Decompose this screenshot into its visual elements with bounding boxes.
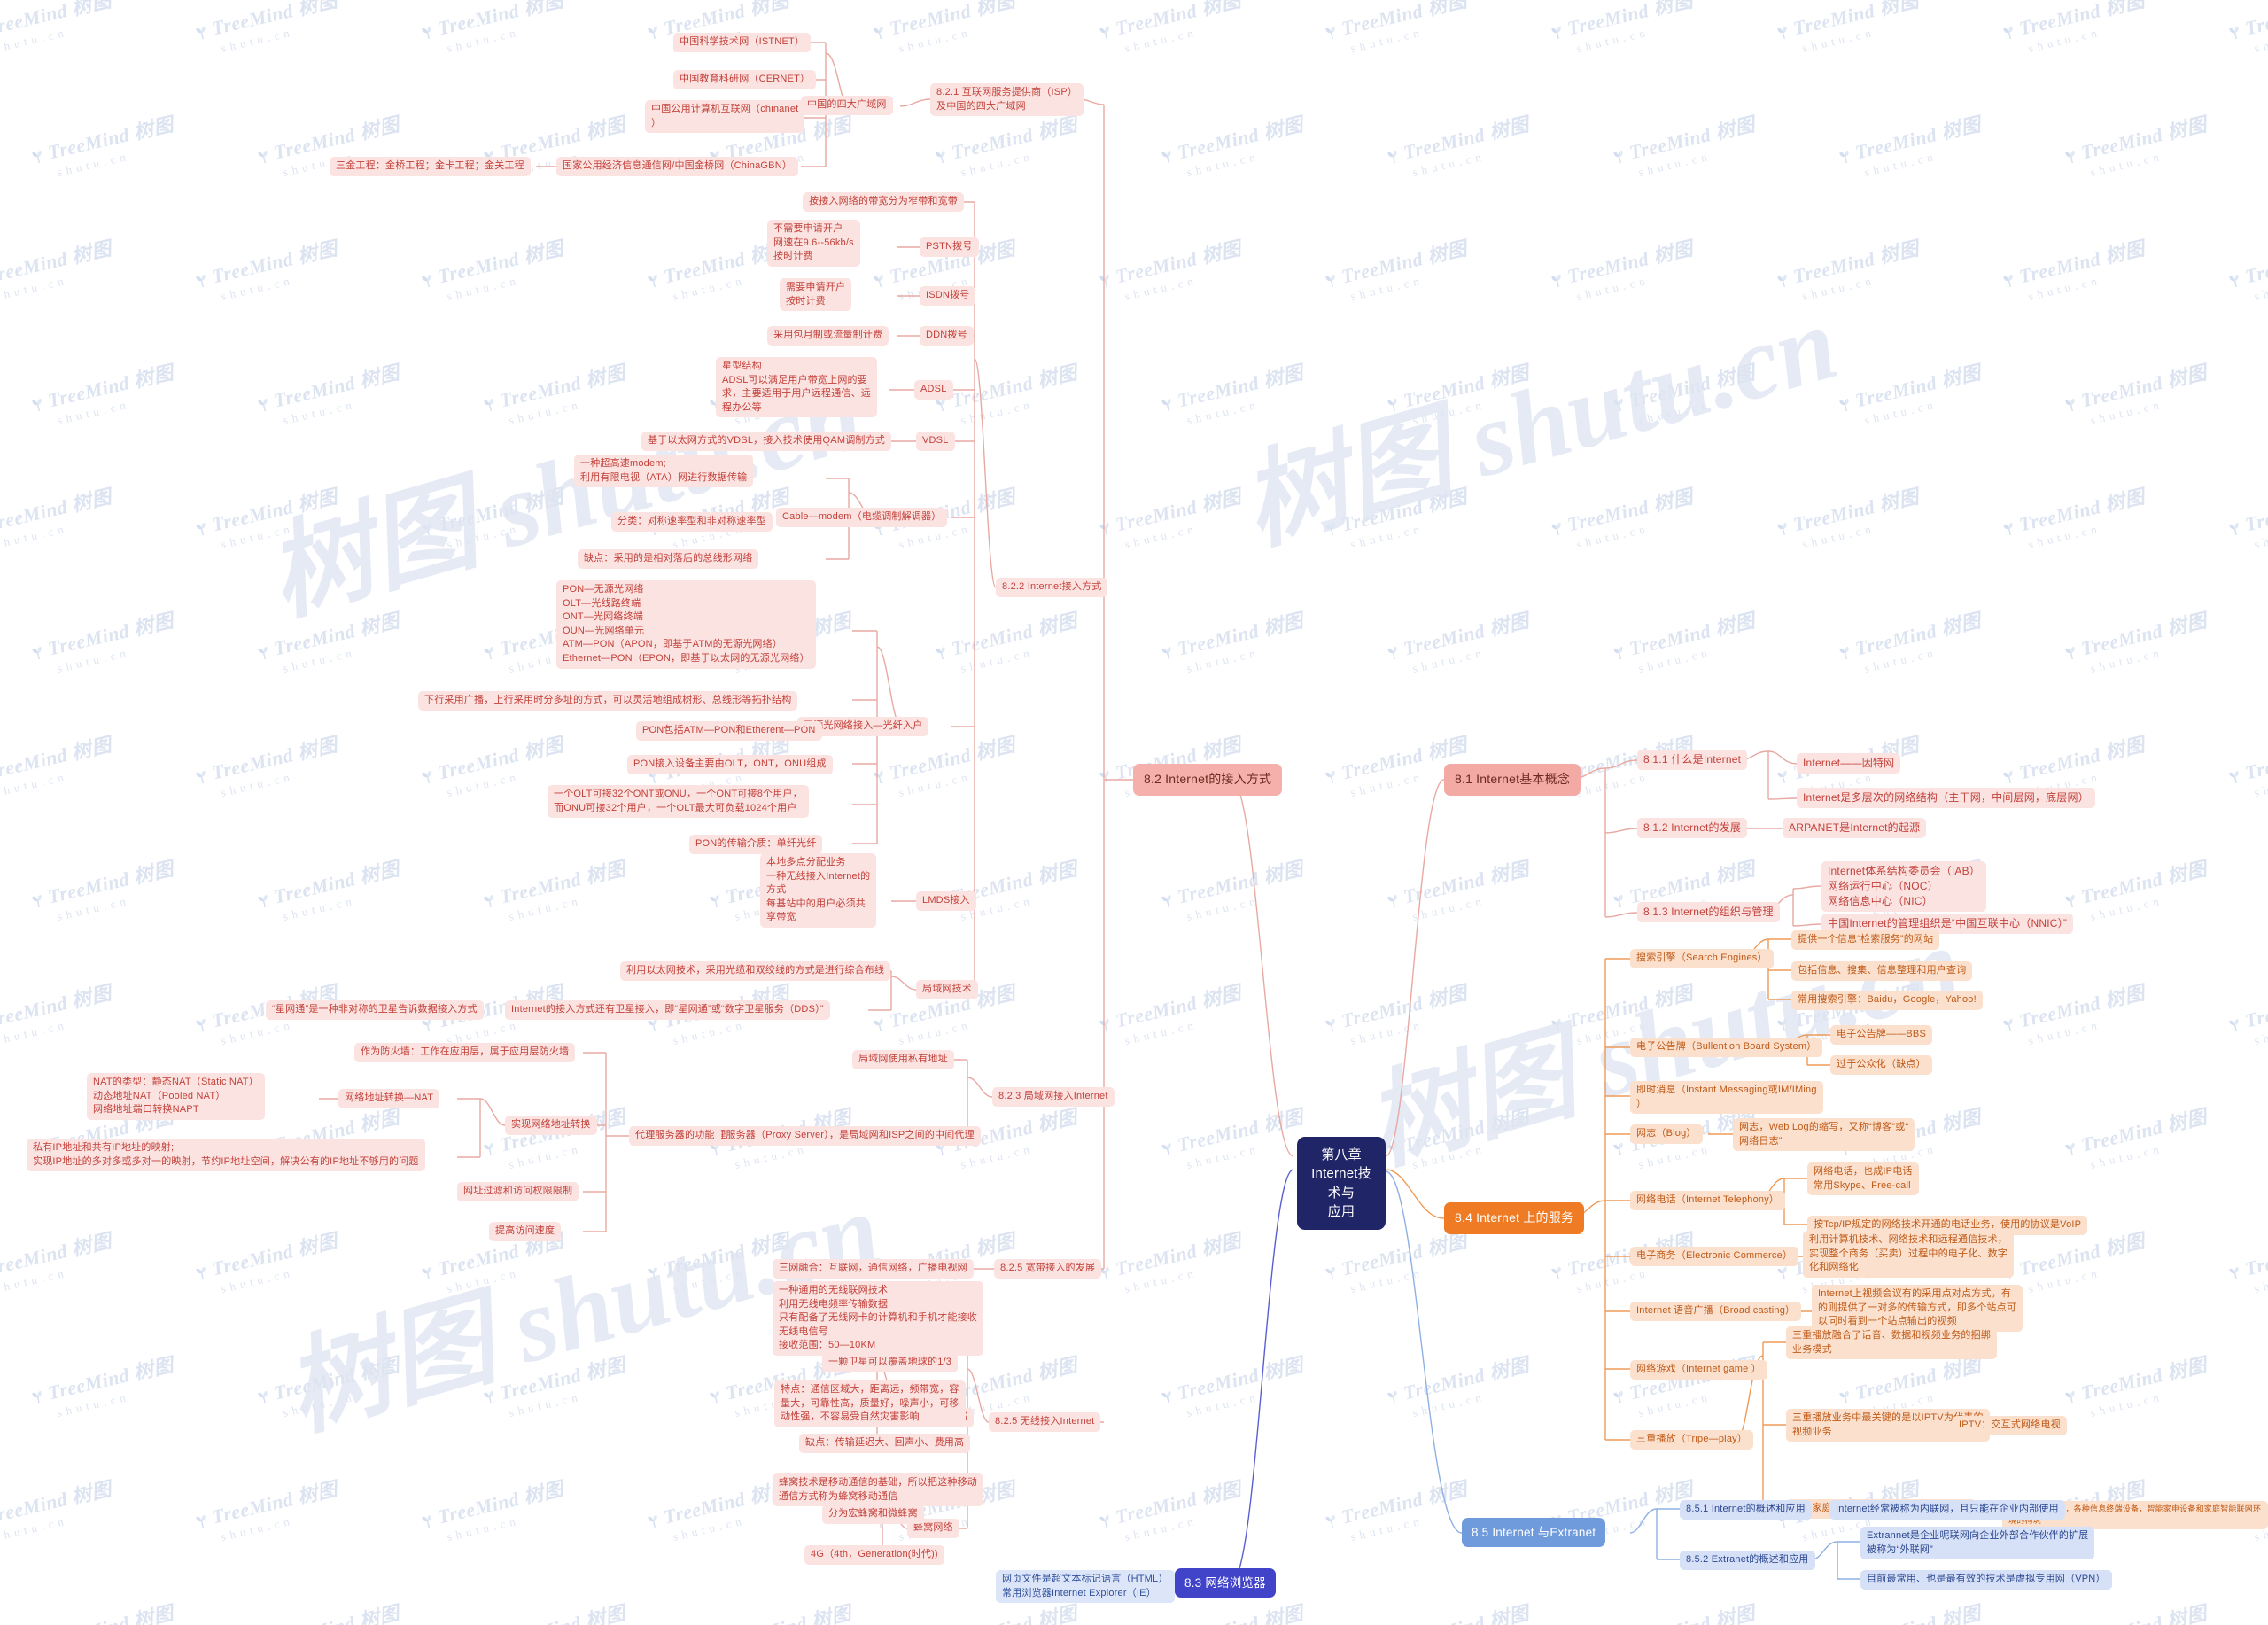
node-broadcasting-detail[interactable]: Internet上视频会议有的采用点对点方式，有 的则提供了一对多的传输方式，即… <box>1812 1285 2023 1332</box>
node-search-definition[interactable]: 提供一个信息“检索服务”的网站 <box>1791 930 1940 950</box>
node-satellite-coverage[interactable]: 一颗卫星可以覆盖地球的1/3 <box>822 1353 959 1372</box>
node-triple-play-model[interactable]: 三重播放融合了话音、数据和视频业务的捆绑 业务模式 <box>1786 1326 1997 1360</box>
node-intranet-detail[interactable]: Internet经常被称为内联网，且只能在企业内部使用 <box>1829 1500 2065 1520</box>
node-8-2-3[interactable]: 8.2.3 局域网接入Internet <box>992 1087 1115 1107</box>
node-speed-up[interactable]: 提高访问速度 <box>489 1222 562 1241</box>
node-8-1-1[interactable]: 8.1.1 什么是Internet <box>1637 750 1748 771</box>
node-lmds[interactable]: LMDS接入 <box>916 891 976 911</box>
node-ddn-dialup[interactable]: DDN拨号 <box>920 326 974 346</box>
node-satellite-features[interactable]: 特点：通信区域大，距离远，频带宽，容 量大，可靠性高，质量好，噪声小，可移 动性… <box>774 1380 966 1427</box>
node-olt-capacity[interactable]: 一个OLT可接32个ONT或ONU，一个ONT可接8个用户， 而ONU可接32个… <box>548 785 809 819</box>
node-internet-telephony[interactable]: 网络电话（Internet Telephony） <box>1630 1191 1786 1210</box>
node-pon-topology[interactable]: 下行采用广播，上行采用时分多址的方式，可以灵活地组成树形、总线形等拓扑结构 <box>418 691 798 711</box>
node-chinagbn[interactable]: 国家公用经济信息通信网/中国金桥网（ChinaGBN） <box>556 157 799 176</box>
node-extranet-detail[interactable]: Extrannet是企业呢联网向企业外部合作伙伴的扩展 被称为“外联网” <box>1860 1527 2095 1560</box>
node-nat-types[interactable]: NAT的类型：静态NAT（Static NAT） 动态地址NAT（Pooled … <box>87 1073 265 1120</box>
node-browser-detail[interactable]: 网页文件是超文本标记语言（HTML） 常用浏览器Internet Explore… <box>996 1570 1175 1604</box>
branch-8-5[interactable]: 8.5 Internet 与Extranet <box>1462 1518 1606 1548</box>
node-url-filter[interactable]: 网址过滤和访问权限限制 <box>457 1182 579 1201</box>
node-four-wan[interactable]: 中国的四大广域网 <box>801 96 893 115</box>
node-cable-modem[interactable]: Cable—modem（电缆调制解调器） <box>776 508 948 527</box>
node-cable-modem-intro[interactable]: 一种超高速modem; 利用有限电视（ATA）网进行数据传输 <box>574 455 754 488</box>
node-8-2-2[interactable]: 8.2.2 Internet接入方式 <box>996 578 1108 597</box>
node-blog[interactable]: 网志（Blog） <box>1630 1124 1703 1144</box>
node-lan-tech[interactable]: 局域网技术 <box>916 980 978 999</box>
node-pon-devices[interactable]: PON接入设备主要由OLT，ONT，ONU组成 <box>627 755 833 774</box>
branch-8-4[interactable]: 8.4 Internet 上的服务 <box>1444 1202 1585 1234</box>
node-triple-play[interactable]: 三重播放（Tripe—play） <box>1630 1430 1754 1450</box>
node-satellite-drawback[interactable]: 缺点：传输延迟大、回声小、费用高 <box>799 1434 971 1453</box>
node-firewall-role[interactable]: 作为防火墙：工作在应用层，属于应用层防火墙 <box>354 1043 576 1062</box>
node-bandwidth-classes[interactable]: 按接入网络的带宽分为窄带和宽带 <box>803 192 964 212</box>
node-pstn-dialup[interactable]: PSTN拨号 <box>920 237 979 257</box>
node-8-2-1[interactable]: 8.2.1 互联网服务提供商（ISP） 及中国的四大广域网 <box>930 83 1084 117</box>
node-search-engines[interactable]: 搜索引擎（Search Engines） <box>1630 949 1774 968</box>
node-internet-cn-name[interactable]: Internet——因特网 <box>1797 753 1901 774</box>
mindmap-canvas: TreeMind 树图 shutu.cn TreeMind 树图 shutu.cn Tr… <box>0 0 2268 1625</box>
node-internet-layers[interactable]: Internet是多层次的网络结构（主干网，中间层网，底层网） <box>1797 788 2095 809</box>
branch-8-1[interactable]: 8.1 Internet基本概念 <box>1444 764 1581 796</box>
node-ecommerce-detail[interactable]: 利用计算机技术、网络技术和远程通信技术， 实现整个商务（买卖）过程中的电子化、数… <box>1803 1231 2014 1278</box>
node-isdn-dialup[interactable]: ISDN拨号 <box>920 286 976 306</box>
node-iab-noc-nic[interactable]: Internet体系结构委员会（IAB） 网络运行中心（NOC） 网络信息中心（… <box>1821 861 1987 913</box>
node-vpn[interactable]: 目前最常用、也是最有效的技术是虚拟专用网（VPN） <box>1860 1570 2112 1590</box>
node-8-1-3[interactable]: 8.1.3 Internet的组织与管理 <box>1637 902 1780 923</box>
branch-8-2[interactable]: 8.2 Internet的接入方式 <box>1133 764 1283 796</box>
node-cellular-types[interactable]: 分为宏蜂窝和微蜂窝 <box>822 1504 924 1524</box>
node-instant-messaging[interactable]: 即时消息（Instant Messaging或IM/IMing ） <box>1630 1081 1823 1115</box>
node-8-2-5-wireless[interactable]: 8.2.5 无线接入Internet <box>989 1412 1101 1432</box>
node-wifi-detail[interactable]: 一种通用的无线联网技术 利用无线电频率传输数据 只有配备了无线网卡的计算机和手机… <box>773 1281 983 1357</box>
node-ddn-detail[interactable]: 采用包月制或流量制计费 <box>767 326 889 346</box>
node-lan-cabling[interactable]: 利用以太网技术，采用光缆和双绞线的方式是进行综合布线 <box>620 961 891 981</box>
node-pon-glossary[interactable]: PON—无源光网络 OLT—光线路终端 ONT—光网络终端 OUN—光网络单元 … <box>556 580 816 669</box>
node-proxy-server[interactable]: 代理服务器（Proxy Server），是局域网和ISP之间的中间代理 <box>700 1126 981 1146</box>
node-bbs-name[interactable]: 电子公告牌——BBS <box>1830 1025 1933 1045</box>
node-proxy-functions[interactable]: 代理服务器的功能 <box>629 1126 721 1146</box>
node-cable-modem-drawback[interactable]: 缺点：采用的是相对落后的总线形网络 <box>578 549 759 569</box>
connector-layer <box>319 42 2002 1582</box>
node-cernet[interactable]: 中国教育科研网（CERNET） <box>673 70 817 89</box>
branch-8-3[interactable]: 8.3 网络浏览器 <box>1175 1568 1276 1598</box>
node-cable-modem-types[interactable]: 分类：对称速率型和非对称速率型 <box>611 512 773 532</box>
node-xingwangtong[interactable]: “星网通”是一种非对称的卫星告诉数据接入方式 <box>266 1000 484 1020</box>
node-8-5-2[interactable]: 8.5.2 Extranet的概述和应用 <box>1680 1551 1815 1570</box>
node-bbs-drawback[interactable]: 过于公众化（缺点） <box>1830 1055 1932 1075</box>
node-blog-detail[interactable]: 网志，Web Log的缩写，又称“博客”或“ 网络日志” <box>1733 1118 1915 1152</box>
node-search-scope[interactable]: 包括信息、搜集、信息整理和用户查询 <box>1791 961 1973 981</box>
node-internet-game[interactable]: 网络游戏（Internet game ） <box>1630 1360 1767 1380</box>
node-broadcasting[interactable]: Internet 语音广播（Broad casting） <box>1630 1302 1802 1321</box>
node-8-2-5-broadband[interactable]: 8.2.5 宽带接入的发展 <box>994 1259 1102 1279</box>
node-bbs[interactable]: 电子公告牌（Bullention Board System） <box>1630 1038 1823 1057</box>
node-lan-private-address[interactable]: 局域网使用私有地址 <box>852 1050 954 1069</box>
node-4g[interactable]: 4G（4th，Generation(时代)) <box>804 1545 944 1565</box>
node-cellular-basis[interactable]: 蜂窝技术是移动通信的基础，所以把这种移动 通信方式称为蜂窝移动通信 <box>773 1473 983 1507</box>
node-isdn-detail[interactable]: 需要申请开户 按时计费 <box>780 278 852 312</box>
node-iptv-definition[interactable]: IPTV：交互式网络电视 <box>1953 1416 2067 1435</box>
node-pstn-detail[interactable]: 不需要申请开户 网速在9.6--56kb/s 按时计费 <box>767 220 860 267</box>
node-ecommerce[interactable]: 电子商务（Electronic Commerce） <box>1630 1247 1799 1266</box>
node-search-examples[interactable]: 常用搜索引擎：Baidu，Google，Yahoo! <box>1791 991 1983 1010</box>
node-ip-phone[interactable]: 网络电话，也成IP电话 常用Skype、Free-call <box>1807 1162 1919 1196</box>
node-chinanet[interactable]: 中国公用计算机互联网（chinanet ） <box>645 100 805 134</box>
node-8-1-2[interactable]: 8.1.2 Internet的发展 <box>1637 818 1748 839</box>
root-node[interactable]: 第八章 Internet技术与 应用 <box>1297 1137 1386 1231</box>
node-pon-includes[interactable]: PON包括ATM—PON和Etherent—PON <box>636 721 822 741</box>
node-satellite-access[interactable]: Internet的接入方式还有卫星接入，即“星网通”或“数字卫星服务（DDS）” <box>505 1000 830 1020</box>
node-pon-medium[interactable]: PON的传输介质：单纤光纤 <box>689 835 823 854</box>
node-nat-mapping[interactable]: 私有IP地址和共有IP地址的映射; 实现IP地址的多对多或多对一的映射，节约IP… <box>27 1139 425 1172</box>
node-vdsl-detail[interactable]: 基于以太网方式的VDSL，接入技术使用QAM调制方式 <box>641 432 891 451</box>
node-adsl[interactable]: ADSL <box>914 380 953 400</box>
node-8-5-1[interactable]: 8.5.1 Internet的概述和应用 <box>1680 1500 1812 1520</box>
node-nat[interactable]: 网络地址转换—NAT <box>338 1089 440 1108</box>
node-vdsl[interactable]: VDSL <box>916 432 955 451</box>
node-nat-impl[interactable]: 实现网络地址转换 <box>505 1116 597 1135</box>
node-triple-network[interactable]: 三网融合：互联网，通信网络，广播电视网 <box>773 1259 974 1279</box>
node-three-gold-projects[interactable]: 三金工程：金桥工程；金卡工程；金关工程 <box>330 157 531 176</box>
node-arpanet[interactable]: ARPANET是Internet的起源 <box>1783 818 1927 839</box>
node-lmds-detail[interactable]: 本地多点分配业务 一种无线接入Internet的 方式 每基站中的用户必须共 享… <box>760 853 877 929</box>
node-adsl-detail[interactable]: 星型结构 ADSL可以满足用户带宽上网的要 求，主要适用于用户远程通信、远 程办… <box>716 357 877 418</box>
node-istnet[interactable]: 中国科学技术网（ISTNET） <box>673 33 812 52</box>
